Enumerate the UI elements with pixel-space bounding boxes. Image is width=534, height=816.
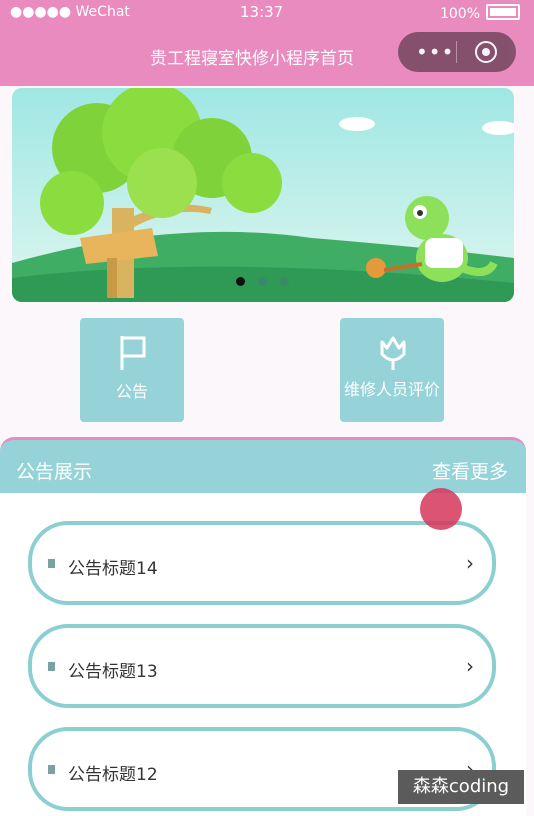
touch-indicator [420,488,462,530]
bullet-icon [48,662,55,671]
shortcut-label: 维修人员评价 [344,380,441,399]
chevron-right-icon: › [466,551,474,575]
capsule-divider [456,41,457,63]
carousel-dot-active[interactable] [236,277,245,286]
battery-percent: 100% [439,6,480,22]
notice-title: 公告标题14 [68,559,158,579]
notice-list-item[interactable]: 公告标题14 › [28,521,496,605]
chevron-right-icon: › [466,654,474,678]
banner-carousel[interactable] [12,88,514,302]
flower-icon [380,336,406,370]
notice-title: 公告标题13 [68,662,158,682]
status-bar: ●●●●● WeChat 13:37 100% [0,0,534,26]
view-more-link[interactable]: 查看更多 [432,457,508,484]
top-bar: ●●●●● WeChat 13:37 100% 贵工程寝室快修小程序首页 ••• [0,0,534,86]
status-time: 13:37 [240,3,284,21]
shortcut-label: 公告 [115,382,148,401]
carrier-label: ●●●●● WeChat [10,4,130,20]
page-title: 贵工程寝室快修小程序首页 [150,49,354,69]
notice-list-item[interactable]: 公告标题13 › [28,624,496,708]
battery-icon [486,4,520,20]
mini-program-capsule[interactable]: ••• [398,32,516,72]
carousel-dot[interactable] [280,277,289,286]
more-menu-icon[interactable]: ••• [416,40,454,64]
watermark: 森森coding [398,770,524,804]
announcement-shortcut[interactable]: 公告 [80,318,184,422]
carousel-dot[interactable] [258,277,267,286]
notice-section-title: 公告展示 [16,461,93,483]
bullet-icon [48,559,55,568]
banner-illustration [12,88,514,302]
notice-title: 公告标题12 [68,765,158,785]
flag-icon [120,336,146,370]
bullet-icon [48,765,55,774]
repair-staff-review-shortcut[interactable]: 维修人员评价 [340,318,444,422]
close-target-icon[interactable] [475,41,497,63]
battery-status: 100% [440,4,520,22]
